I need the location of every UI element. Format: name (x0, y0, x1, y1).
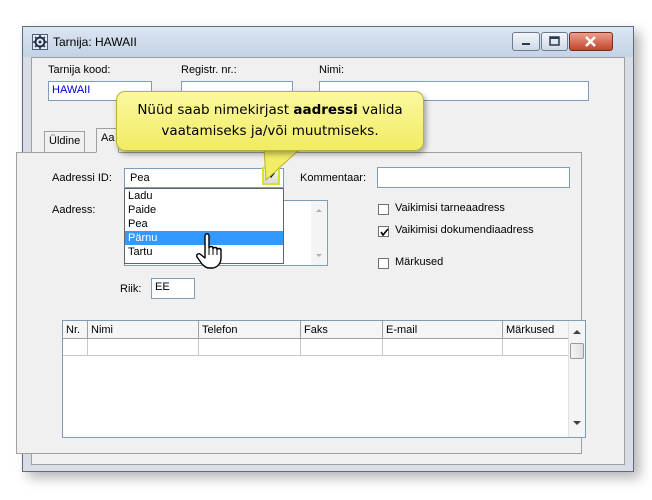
table-scrollbar-thumb[interactable] (570, 343, 584, 359)
callout-pointer (263, 148, 302, 182)
maximize-button[interactable] (541, 32, 568, 51)
column-header-phone[interactable]: Telefon (199, 321, 301, 339)
address-label: Aadress: (52, 204, 96, 216)
contacts-table[interactable]: Nr. Nimi Telefon Faks E-mail Märkused (62, 320, 586, 438)
minimize-button[interactable] (512, 32, 540, 51)
table-cell[interactable] (199, 339, 301, 356)
table-cell[interactable] (383, 339, 503, 356)
address-id-value: Pea (130, 172, 150, 184)
address-scrollbar[interactable] (311, 201, 327, 265)
close-button[interactable] (569, 32, 613, 51)
column-header-notes[interactable]: Märkused (503, 321, 569, 339)
address-id-label: Aadressi ID: (52, 172, 112, 184)
checkmark-icon (380, 228, 389, 237)
hand-pointer-icon (196, 233, 222, 269)
table-cell[interactable] (503, 339, 569, 356)
comment-field[interactable] (377, 167, 570, 188)
maximize-icon (549, 36, 560, 46)
table-cell[interactable] (88, 339, 199, 356)
tab-general[interactable]: Üldine (44, 131, 86, 152)
supplier-code-label: Tarnija kood: (48, 64, 111, 76)
reg-no-label: Registr. nr.: (181, 64, 237, 76)
country-label: Riik: (120, 283, 142, 295)
default-delivery-checkbox[interactable] (378, 204, 389, 215)
default-delivery-label: Vaikimisi tarneaadress (395, 202, 505, 214)
window-title: Tarnija: HAWAII (53, 35, 137, 49)
notes-label: Märkused (395, 256, 444, 268)
default-document-label: Vaikimisi dokumendiaadress (395, 224, 534, 236)
app-gear-icon (32, 34, 48, 50)
column-header-fax[interactable]: Faks (301, 321, 383, 339)
close-icon (585, 36, 596, 47)
list-item[interactable]: Ladu (125, 189, 283, 203)
notes-checkbox[interactable] (378, 258, 389, 269)
table-scrollbar[interactable] (568, 321, 585, 437)
column-header-name[interactable]: Nimi (88, 321, 199, 339)
list-item[interactable]: Paide (125, 203, 283, 217)
name-label: Nimi: (319, 64, 345, 76)
minimize-icon (522, 43, 530, 45)
default-document-checkbox[interactable] (378, 226, 389, 237)
table-cell[interactable] (301, 339, 383, 356)
list-item[interactable]: Pea (125, 217, 283, 231)
column-header-nr[interactable]: Nr. (63, 321, 88, 339)
title-bar[interactable]: Tarnija: HAWAII (23, 27, 633, 57)
column-header-email[interactable]: E-mail (383, 321, 503, 339)
comment-label: Kommentaar: (300, 172, 367, 184)
tutorial-callout: Nüüd saab nimekirjast aadressi valida va… (116, 91, 424, 151)
callout-text-bold: aadressi (293, 102, 358, 118)
callout-text-before: Nüüd saab nimekirjast (137, 102, 294, 118)
table-cell[interactable] (63, 339, 88, 356)
country-field[interactable]: EE (151, 278, 195, 299)
